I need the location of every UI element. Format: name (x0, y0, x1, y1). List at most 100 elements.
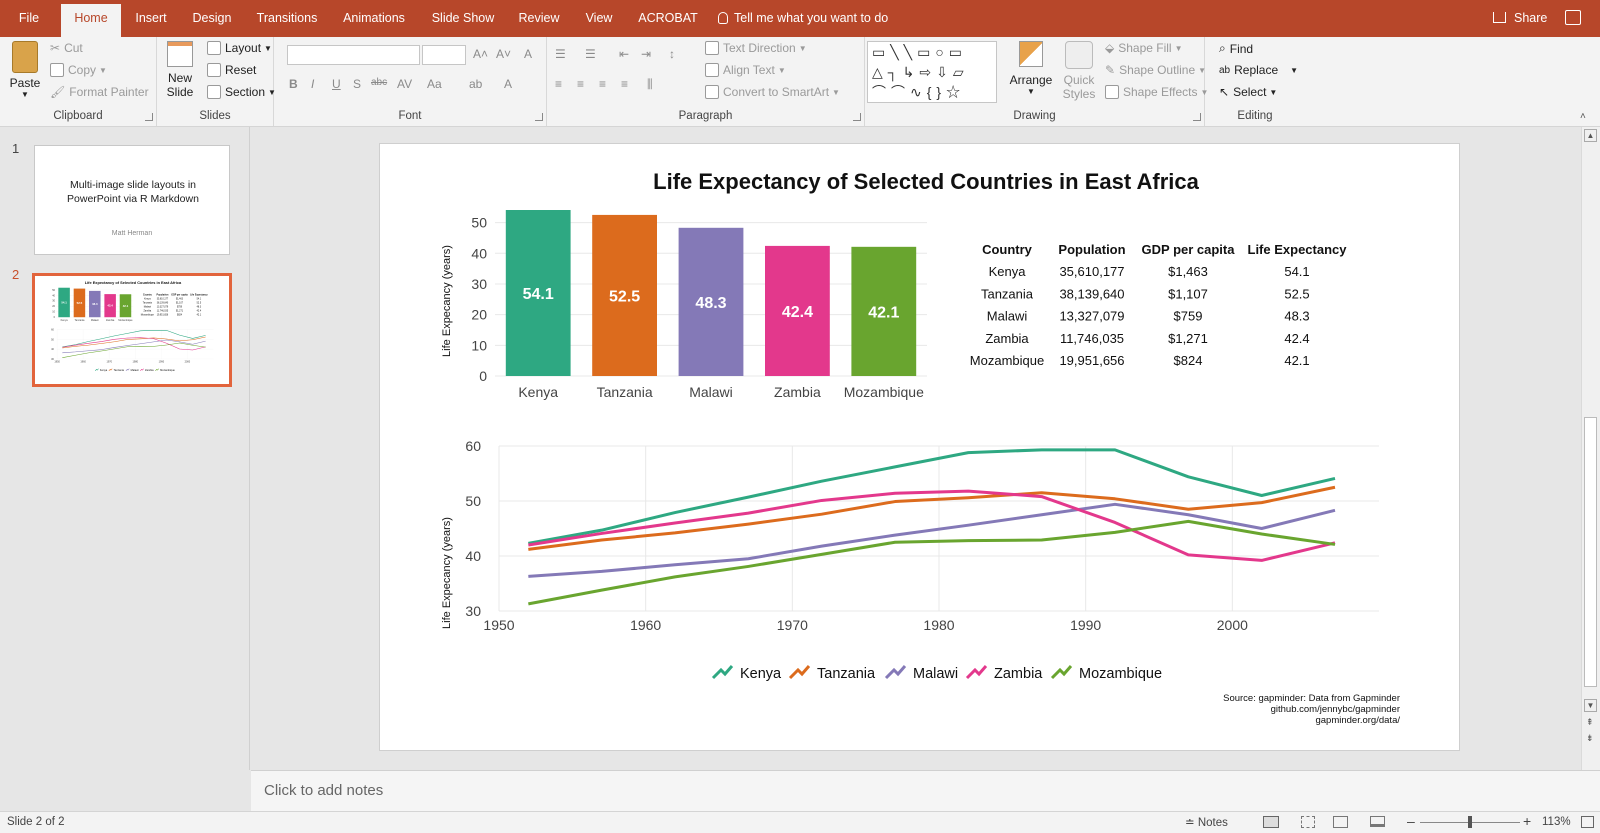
tab-file[interactable]: File (8, 0, 50, 37)
shadow-icon[interactable]: S (353, 77, 361, 91)
share-button[interactable]: Share (1493, 0, 1547, 37)
reset-button[interactable]: Reset (207, 63, 256, 77)
new-slide-button[interactable]: New Slide (165, 41, 195, 99)
comment-icon[interactable] (1565, 10, 1581, 25)
decrease-indent-icon[interactable]: ⇤ (619, 47, 629, 61)
bold-icon[interactable]: B (289, 77, 298, 91)
text-direction-button[interactable]: Text Direction ▼ (705, 41, 807, 55)
dialog-launcher-icon[interactable] (535, 113, 543, 121)
columns-icon[interactable]: ⫼ (647, 77, 653, 92)
caption-line-1: Source: gapminder: Data from Gapminder (1223, 693, 1400, 704)
highlight-icon[interactable]: ab (469, 77, 482, 91)
tab-design[interactable]: Design (184, 0, 240, 37)
strikethrough-icon[interactable]: abc (371, 77, 387, 88)
slide-number: 1 (12, 141, 20, 156)
zoom-level[interactable]: 113% (1542, 816, 1571, 828)
increase-font-icon[interactable]: A˄ (473, 47, 488, 61)
tell-me-search[interactable]: Tell me what you want to do (718, 0, 888, 37)
align-center-icon[interactable]: ≡ (577, 77, 584, 91)
italic-icon[interactable]: I (311, 77, 314, 91)
cut-button[interactable]: ✂ Cut (50, 41, 83, 55)
font-color-icon[interactable]: A (504, 77, 512, 91)
shape-fill-button[interactable]: ⬙ Shape Fill ▼ (1105, 41, 1183, 55)
scroll-thumb[interactable] (1584, 417, 1597, 687)
slide-thumbnail-1[interactable]: Multi-image slide layouts in PowerPoint … (34, 145, 230, 255)
notes-button[interactable]: ≐ Notes (1185, 815, 1228, 829)
zoom-slider-thumb[interactable] (1468, 816, 1472, 828)
table-cell: Zambia (985, 331, 1029, 346)
smartart-icon (705, 85, 719, 99)
align-text-button[interactable]: Align Text ▼ (705, 63, 786, 77)
bar-ytick-label: 0 (54, 316, 56, 319)
zoom-in-button[interactable]: + (1523, 813, 1531, 829)
slide-canvas[interactable]: Life Expectancy of Selected Countries in… (379, 143, 1460, 751)
align-left-icon[interactable]: ≡ (555, 77, 562, 91)
underline-icon[interactable]: U (332, 77, 341, 91)
zoom-out-button[interactable]: – (1407, 813, 1415, 829)
quick-styles-label: Quick (1063, 73, 1095, 87)
bar-data-label: 48.3 (695, 295, 726, 312)
dialog-launcher-icon[interactable] (145, 113, 153, 121)
increase-indent-icon[interactable]: ⇥ (641, 47, 651, 61)
reset-label: Reset (225, 63, 257, 77)
shapes-gallery[interactable]: ▭╲╲▭○▭ △┐↳⇨⇩▱ ⌒⌒∿{}☆ (867, 41, 997, 103)
section-button[interactable]: Section ▼ (207, 85, 276, 99)
bullets-icon[interactable]: ☰ (555, 47, 566, 61)
tab-view[interactable]: View (576, 0, 622, 37)
tab-home[interactable]: Home (61, 4, 121, 37)
previous-slide-icon[interactable]: ⇞ (1586, 717, 1594, 728)
tab-insert[interactable]: Insert (126, 0, 176, 37)
line-spacing-icon[interactable]: ↕ (669, 47, 675, 61)
select-button[interactable]: ↖ Select ▼ (1219, 85, 1277, 99)
numbering-icon[interactable]: ☰ (585, 47, 596, 61)
slides-group: New Slide Layout ▼ Reset Section ▼ Slides (157, 37, 276, 126)
arrange-button[interactable]: Arrange ▼ (1009, 41, 1053, 96)
font-size-combo[interactable] (422, 45, 466, 65)
bar-data-label: 42.1 (123, 304, 129, 308)
legend-label: Mozambique (1079, 666, 1162, 682)
notes-pane[interactable]: Click to add notes (251, 770, 1600, 811)
collapse-ribbon-icon[interactable]: ˄ (1580, 111, 1586, 122)
dialog-launcher-icon[interactable] (853, 113, 861, 121)
bar-data-label: 52.5 (77, 301, 83, 305)
tab-acrobat[interactable]: ACROBAT (632, 0, 704, 37)
dialog-launcher-icon[interactable] (1193, 113, 1201, 121)
justify-icon[interactable]: ≡ (621, 77, 628, 91)
slide-thumbnail-2[interactable]: Life Expectancy of Selected Countries in… (32, 273, 232, 387)
scroll-up-icon[interactable]: ▲ (1584, 129, 1597, 142)
scroll-down-icon[interactable]: ▼ (1584, 699, 1597, 712)
copy-button[interactable]: Copy ▼ (50, 63, 107, 77)
font-name-combo[interactable] (287, 45, 420, 65)
reading-view-icon[interactable] (1333, 816, 1348, 828)
paste-button[interactable]: Paste ▼ (6, 41, 44, 99)
line-ytick-label: 40 (465, 548, 481, 564)
tab-transitions[interactable]: Transitions (249, 0, 325, 37)
layout-button[interactable]: Layout ▼ (207, 41, 272, 55)
bar-data-label: 42.1 (868, 304, 899, 321)
quick-styles-button[interactable]: Quick Styles (1057, 41, 1101, 101)
table-cell: 52.5 (1284, 286, 1309, 301)
slide-sorter-icon[interactable] (1301, 816, 1315, 828)
align-right-icon[interactable]: ≡ (599, 77, 606, 91)
smartart-button[interactable]: Convert to SmartArt ▼ (705, 85, 840, 99)
tab-review[interactable]: Review (512, 0, 566, 37)
tab-animations[interactable]: Animations (334, 0, 414, 37)
format-painter-button[interactable]: 🖌 Format Painter (50, 85, 149, 99)
find-button[interactable]: ⌕ Find (1219, 41, 1253, 56)
clear-format-icon[interactable]: A (524, 47, 532, 61)
vertical-scrollbar[interactable]: ▲ ▼ ⇞ ⇟ (1581, 127, 1600, 770)
fit-slide-icon[interactable] (1581, 816, 1594, 828)
shape-effects-button[interactable]: Shape Effects ▼ (1105, 85, 1208, 99)
next-slide-icon[interactable]: ⇟ (1586, 733, 1594, 744)
chart-figure: Life Expectancy of Selected Countries in… (441, 169, 1400, 726)
thumbnail-title: Multi-image slide layouts in PowerPoint … (67, 179, 199, 205)
char-spacing-icon[interactable]: AV (397, 77, 412, 91)
replace-button[interactable]: ab Replace ▼ (1219, 63, 1298, 77)
normal-view-icon[interactable] (1263, 816, 1279, 828)
change-case-icon[interactable]: Aa (427, 77, 442, 91)
slide-show-icon[interactable] (1370, 816, 1385, 827)
decrease-font-icon[interactable]: A˅ (496, 47, 511, 61)
drawing-group: ▭╲╲▭○▭ △┐↳⇨⇩▱ ⌒⌒∿{}☆ Arrange ▼ Quick Style… (865, 37, 1208, 126)
tab-slide-show[interactable]: Slide Show (424, 0, 502, 37)
shape-outline-button[interactable]: ✎ Shape Outline ▼ (1105, 63, 1206, 77)
